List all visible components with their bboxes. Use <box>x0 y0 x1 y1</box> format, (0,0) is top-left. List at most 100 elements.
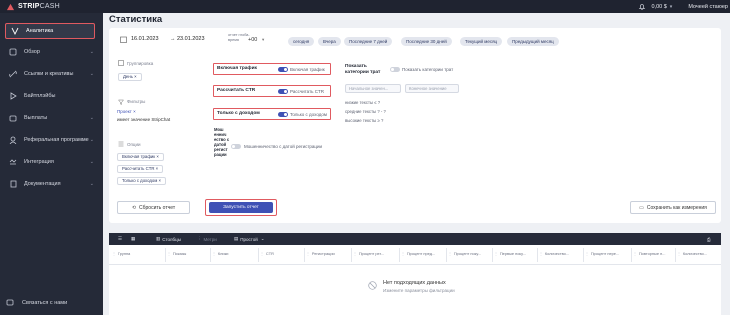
view-icon: ▤ <box>234 236 239 241</box>
column-header-label: Количество... <box>544 251 570 256</box>
grouping-chip[interactable]: День × <box>118 73 142 81</box>
analytics-icon <box>10 27 20 35</box>
timezone-label: отчет глоба- время <box>228 33 250 42</box>
column-header-label: Процент пере... <box>590 251 620 256</box>
sidebar-item-overview[interactable]: Обзор ⌄ <box>4 44 98 60</box>
column-header-label: Процент поку... <box>453 251 482 256</box>
logo-main: STRIP <box>18 3 40 10</box>
column-header[interactable]: ⋮ Процент пере... <box>585 251 619 256</box>
column-header-label: Процент пред... <box>406 251 436 256</box>
option-chip-income[interactable]: Только с доходом × <box>117 177 166 185</box>
metrics-label: Метри <box>203 236 217 242</box>
grouping-label: Группировка <box>127 61 154 66</box>
chevron-down-icon[interactable]: ▾ <box>670 4 673 10</box>
quick-range-current-month[interactable]: Текущий месяц <box>460 37 503 46</box>
logo-icon <box>6 3 15 10</box>
logo[interactable]: STRIP CASH <box>0 3 60 11</box>
sidebar-item-integration[interactable]: Интеграция ⌄ <box>4 154 98 170</box>
date-separator: → <box>170 36 176 42</box>
balance[interactable]: 0,00 $ <box>652 4 667 10</box>
column-header[interactable]: ⋮ Группа <box>112 251 130 256</box>
quick-range-yesterday[interactable]: Вчера <box>318 37 341 46</box>
view-value: Простой <box>240 236 258 242</box>
toggle-label: Включая трафик <box>217 66 257 71</box>
column-header[interactable]: ⋮ Первые поку... <box>494 251 526 256</box>
date-to-input[interactable]: 23.01.2023 <box>177 36 205 42</box>
print-icon[interactable]: ⎙ <box>707 233 711 245</box>
range-to-input[interactable]: Конечное значение <box>405 84 459 93</box>
column-header[interactable]: ⋮ Количество... <box>539 251 569 256</box>
sidebar: Аналитика Обзор ⌄ Ссылки и креативы ⌄ Ба… <box>0 13 103 315</box>
column-divider <box>446 248 447 262</box>
chevron-down-icon: ⌄ <box>89 137 94 143</box>
sidebar-item-label: Выплаты <box>24 115 48 121</box>
sidebar-item-referral[interactable]: Реферальная программе ⌄ <box>4 132 98 148</box>
toggle-label: Только с доходом <box>217 111 260 116</box>
sidebar-item-links[interactable]: Ссылки и креативы ⌄ <box>4 66 98 82</box>
bell-icon[interactable] <box>638 3 646 11</box>
chevron-down-icon: ⌄ <box>89 159 94 165</box>
list-view-icon[interactable]: ☰ <box>118 233 122 245</box>
column-header[interactable]: ⋮ Клики <box>212 251 228 256</box>
sidebar-item-docs[interactable]: Документация ⌄ <box>4 176 98 192</box>
filter-card <box>109 28 721 223</box>
quick-range-today[interactable]: сегодня <box>288 37 315 46</box>
column-header[interactable]: ⋮ Процент пред... <box>401 251 435 256</box>
column-divider <box>304 248 305 262</box>
contact-us-link[interactable]: Связаться с нами <box>6 299 67 307</box>
column-header[interactable]: ⋮ Процент рег... <box>353 251 384 256</box>
sidebar-item-label: Интеграция <box>24 159 54 165</box>
view-select[interactable]: ▤ Простой ⌄ <box>234 233 265 245</box>
option-chip-traffic[interactable]: Включая трафик × <box>117 153 164 161</box>
fraud-switch[interactable] <box>231 144 241 149</box>
chevron-down-icon: ⌄ <box>89 181 94 187</box>
metrics-button[interactable]: ⋮ Метри <box>197 233 217 245</box>
option-chip-ctr[interactable]: Рассчитать CTR × <box>117 165 164 173</box>
save-view-button[interactable]: ▭ Сохранить как измерения <box>630 201 716 214</box>
toggle-row-traffic: Включая трафик Включая трафик <box>213 63 331 75</box>
sidebar-item-payouts[interactable]: Выплаты ⌄ <box>4 110 98 126</box>
chevron-down-icon: ⌄ <box>89 115 94 121</box>
sidebar-item-analytics[interactable]: Аналитика <box>5 23 95 39</box>
column-header[interactable]: ⋮ CTR <box>260 251 274 256</box>
reset-report-button[interactable]: ⟲ Сбросить отчет <box>117 201 190 214</box>
column-header[interactable]: ⋮ Показы <box>167 251 186 256</box>
categories-switch[interactable] <box>390 67 400 72</box>
chevron-down-icon: ⌄ <box>89 49 94 55</box>
sidebar-item-playbooks[interactable]: Байтплэйбы <box>4 88 98 104</box>
user-name[interactable]: Мочеей стаюер <box>688 4 728 10</box>
toggle-option-text: Включая трафик <box>290 67 325 72</box>
grid-view-icon[interactable]: ▦ <box>131 233 135 245</box>
quick-range-7-days[interactable]: Последние 7 дней <box>344 37 393 46</box>
column-divider <box>351 248 352 262</box>
columns-button[interactable]: ▥ Столбцы <box>156 233 181 245</box>
project-filter-link[interactable]: Проект × <box>117 109 136 114</box>
date-from-input[interactable]: 16.01.2023 <box>131 36 159 42</box>
categories-label: Показать категории трат <box>345 64 381 75</box>
quick-range-30-days[interactable]: Последние 30 дней <box>401 37 452 46</box>
timezone-select[interactable]: +00 <box>248 37 257 43</box>
overview-icon <box>8 48 18 56</box>
column-header[interactable]: ⋮ Количество... <box>677 251 707 256</box>
column-header[interactable]: ⋮ Повторные п... <box>633 251 665 256</box>
wallet-icon <box>8 114 18 122</box>
column-header-label: Повторные п... <box>638 251 666 256</box>
grouping-chip-label: День <box>123 74 133 79</box>
categories-option-text: Показать категории трат <box>402 67 454 72</box>
chevron-down-icon[interactable]: ▾ <box>262 37 264 43</box>
range-from-input[interactable]: Начальное значен... <box>345 84 401 93</box>
income-switch[interactable] <box>278 112 288 117</box>
option-chip-label: Рассчитать CTR <box>122 166 155 171</box>
quick-range-previous-month[interactable]: Предыдущий месяц <box>507 37 559 46</box>
ctr-switch[interactable] <box>278 89 288 94</box>
column-header[interactable]: ⋮ Регистрации <box>306 251 335 256</box>
sidebar-item-label: Байтплэйбы <box>24 93 56 99</box>
run-report-button[interactable]: Запустить отчет <box>209 202 273 213</box>
fraud-option-text: Мошенничество с датой регистрации <box>244 144 323 149</box>
filter-icon <box>118 99 124 105</box>
column-header[interactable]: ⋮ Процент поку... <box>448 251 481 256</box>
link-icon <box>8 70 18 78</box>
traffic-switch[interactable] <box>278 67 288 72</box>
sidebar-item-label: Реферальная программе <box>24 137 89 143</box>
toggle-option-text: Только с доходом <box>290 112 327 117</box>
